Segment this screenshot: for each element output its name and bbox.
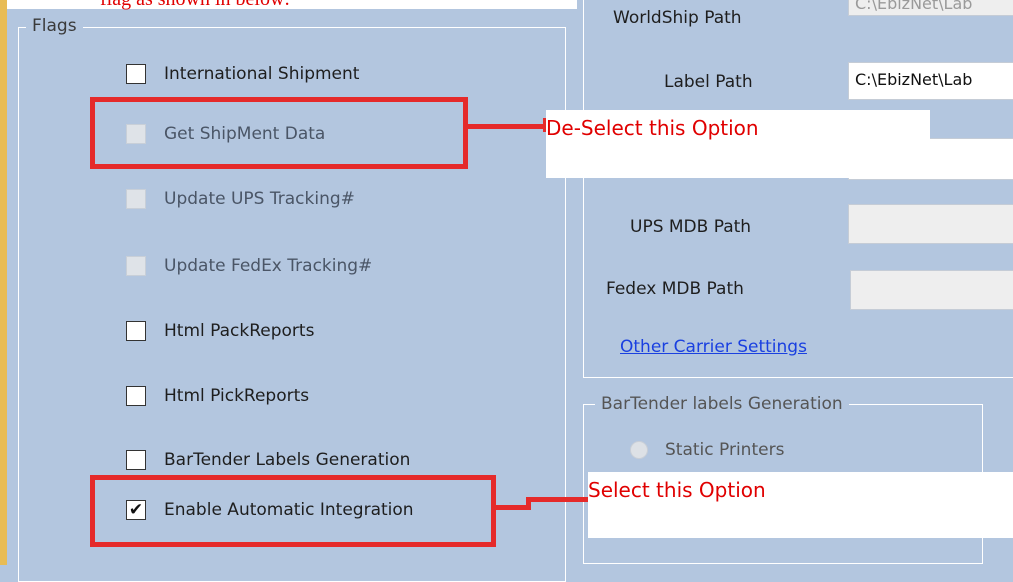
checkbox[interactable] bbox=[126, 450, 146, 470]
ups-mdb-path-field[interactable] bbox=[848, 204, 1013, 244]
worldship-path-field[interactable]: C:\EbizNet\Lab bbox=[848, 0, 1013, 16]
paths-groupbox bbox=[583, 0, 1013, 378]
left-accent-bar bbox=[0, 0, 7, 565]
annotation-select-connector-end bbox=[526, 497, 588, 502]
checkbox-label: Update UPS Tracking# bbox=[164, 189, 355, 209]
instruction-caption: flag as shown in below: bbox=[100, 0, 290, 11]
annotation-select-callout: Select this Option bbox=[588, 472, 1013, 538]
checkbox[interactable] bbox=[126, 189, 146, 209]
flag-html-pickreports[interactable]: Html PickReports bbox=[126, 383, 309, 409]
flag-international-shipment[interactable]: International Shipment bbox=[126, 61, 359, 87]
label-path-field[interactable]: C:\EbizNet\Lab bbox=[848, 62, 1013, 100]
annotation-select-highlight bbox=[90, 475, 496, 547]
fedex-mdb-path-field[interactable] bbox=[850, 270, 1013, 310]
flag-html-packreports[interactable]: Html PackReports bbox=[126, 318, 314, 344]
annotation-deselect-connector bbox=[468, 124, 546, 129]
annotation-deselect-highlight bbox=[90, 97, 468, 169]
checkbox-label: Update FedEx Tracking# bbox=[164, 256, 373, 276]
checkbox[interactable] bbox=[126, 64, 146, 84]
checkbox-label: Html PackReports bbox=[164, 321, 315, 341]
label-path-label: Label Path bbox=[664, 72, 753, 92]
ups-mdb-path-label: UPS MDB Path bbox=[630, 217, 752, 237]
flag-update-ups-tracking[interactable]: Update UPS Tracking# bbox=[126, 186, 355, 212]
checkbox[interactable] bbox=[126, 321, 146, 341]
annotation-deselect-callout: De-Select this Option bbox=[546, 110, 930, 178]
top-caption-strip bbox=[7, 0, 577, 9]
flag-update-fedex-tracking[interactable]: Update FedEx Tracking# bbox=[126, 253, 372, 279]
worldship-path-label: WorldShip Path bbox=[613, 8, 742, 28]
flag-bartender-labels-generation[interactable]: BarTender Labels Generation bbox=[126, 447, 410, 473]
flags-legend: Flags bbox=[26, 16, 83, 36]
checkbox-label: International Shipment bbox=[164, 64, 360, 84]
checkbox-label: BarTender Labels Generation bbox=[164, 450, 411, 470]
bartender-legend: BarTender labels Generation bbox=[595, 394, 849, 414]
other-carrier-settings-link[interactable]: Other Carrier Settings bbox=[620, 337, 807, 357]
fedex-mdb-path-label: Fedex MDB Path bbox=[606, 279, 744, 299]
checkbox[interactable] bbox=[126, 256, 146, 276]
checkbox-label: Html PickReports bbox=[164, 386, 310, 406]
checkbox[interactable] bbox=[126, 386, 146, 406]
static-printers-radio[interactable]: Static Printers bbox=[630, 440, 784, 460]
radio-button[interactable] bbox=[630, 441, 648, 459]
annotation-select-connector bbox=[496, 505, 526, 510]
static-printers-label: Static Printers bbox=[665, 440, 785, 460]
